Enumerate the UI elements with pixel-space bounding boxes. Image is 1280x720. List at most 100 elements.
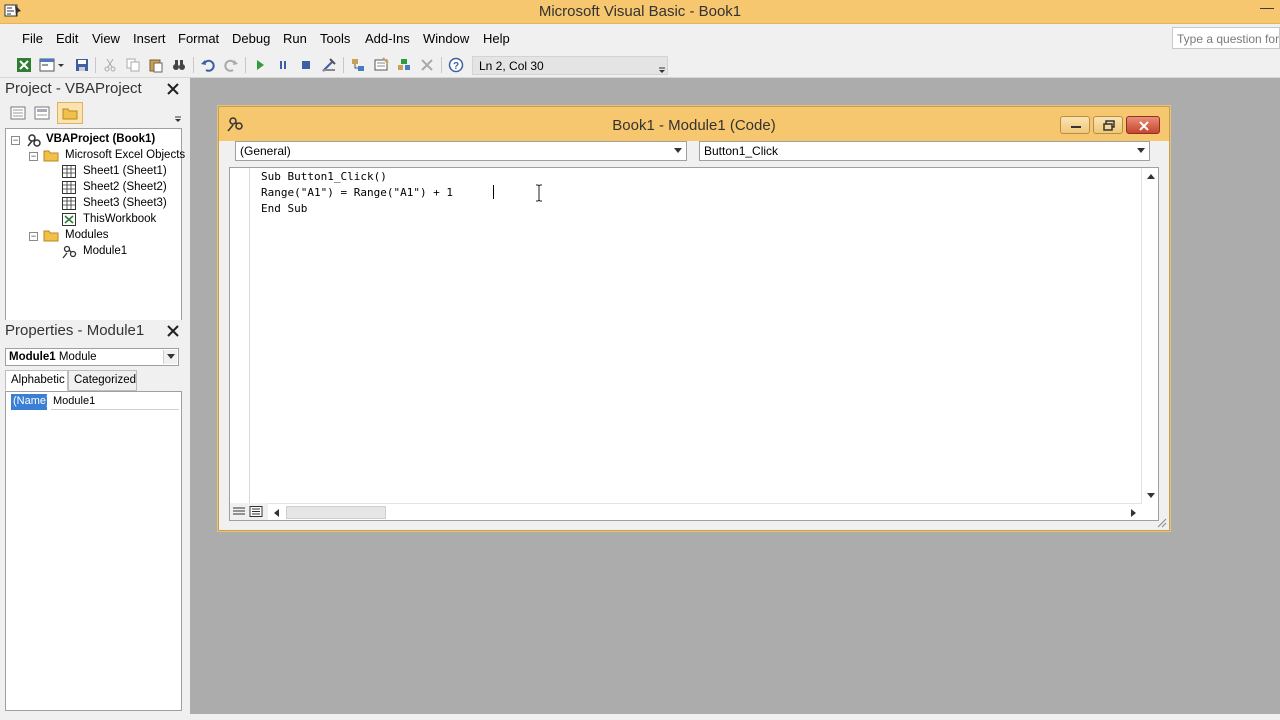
horizontal-scrollbar[interactable] — [268, 503, 1142, 520]
save-icon[interactable] — [73, 56, 91, 74]
menu-window[interactable]: Window — [423, 31, 469, 46]
chevron-down-icon[interactable] — [56, 56, 66, 74]
resize-grip-icon[interactable] — [1155, 516, 1167, 528]
reset-icon[interactable] — [297, 56, 315, 74]
find-icon[interactable] — [170, 56, 188, 74]
redo-icon[interactable] — [222, 56, 240, 74]
scroll-up-button[interactable] — [1142, 168, 1159, 185]
toolbar-separator — [245, 57, 246, 73]
menu-debug[interactable]: Debug — [232, 31, 270, 46]
menu-tools[interactable]: Tools — [320, 31, 350, 46]
object-selector[interactable]: Module1 Module — [5, 348, 179, 366]
procedure-combo[interactable]: Button1_Click — [699, 141, 1150, 161]
tree-item-thisworkbook[interactable]: ThisWorkbook — [62, 212, 181, 228]
run-icon[interactable] — [251, 56, 269, 74]
indicator-margin[interactable] — [230, 168, 250, 504]
property-value-cell[interactable]: Module1 — [51, 394, 179, 410]
minimize-button[interactable] — [1060, 116, 1090, 134]
dropdown-arrow[interactable] — [1133, 142, 1149, 160]
toolbar-options-icon[interactable] — [658, 66, 666, 74]
project-explorer: Project - VBAProject − VBAProject (Book1… — [0, 78, 186, 391]
code-window: Book1 - Module1 (Code) (General) Button1… — [218, 106, 1170, 531]
collapse-icon[interactable]: − — [11, 136, 20, 145]
text-caret — [493, 185, 494, 199]
tab-alphabetic[interactable]: Alphabetic — [5, 370, 68, 391]
cut-icon[interactable] — [101, 56, 119, 74]
menu-insert[interactable]: Insert — [133, 31, 166, 46]
tree-item-modules[interactable]: − Modules — [29, 228, 181, 244]
code-line[interactable]: Range("A1") = Range("A1") + 1 — [261, 186, 453, 199]
menu-view[interactable]: View — [92, 31, 120, 46]
full-module-view-icon[interactable] — [249, 506, 263, 517]
chevron-down-icon — [1137, 148, 1145, 153]
toolbox-icon[interactable] — [418, 56, 436, 74]
copy-icon[interactable] — [124, 56, 142, 74]
code-line[interactable]: End Sub — [261, 202, 307, 215]
chevron-down-icon[interactable] — [174, 115, 182, 123]
collapse-icon[interactable]: − — [29, 232, 38, 241]
menu-edit[interactable]: Edit — [56, 31, 78, 46]
paste-icon[interactable] — [147, 56, 165, 74]
tree-item-sheet3[interactable]: Sheet3 (Sheet3) — [62, 196, 181, 212]
scroll-left-button[interactable] — [268, 504, 285, 521]
close-icon[interactable] — [164, 322, 182, 340]
minimize-button[interactable]: — — [1260, 0, 1274, 16]
properties-window: Properties - Module1 Module1 Module Alph… — [0, 320, 186, 716]
toolbar-separator — [193, 57, 194, 73]
view-code-icon[interactable] — [10, 106, 26, 120]
project-toolbar — [4, 102, 184, 126]
view-excel-icon[interactable] — [15, 56, 33, 74]
design-mode-icon[interactable] — [320, 56, 338, 74]
menu-add-ins[interactable]: Add-Ins — [365, 31, 410, 46]
worksheet-icon — [62, 165, 76, 178]
toggle-folders-button[interactable] — [57, 102, 83, 124]
object-type: Module — [58, 351, 97, 363]
vba-project-icon — [27, 134, 41, 147]
chevron-down-icon — [674, 148, 682, 153]
menu-file[interactable]: File — [22, 31, 43, 46]
property-name-cell[interactable]: (Name) — [11, 394, 50, 410]
chevron-down-icon — [1146, 492, 1155, 498]
tree-item-sheet1[interactable]: Sheet1 (Sheet1) — [62, 164, 181, 180]
object-combo[interactable]: (General) — [235, 141, 687, 161]
menu-run[interactable]: Run — [283, 31, 307, 46]
tree-item-module1[interactable]: Module1 — [62, 244, 181, 260]
close-button[interactable] — [1126, 116, 1160, 134]
ask-question-input[interactable]: Type a question for — [1172, 27, 1280, 49]
object-combo-value: (General) — [240, 144, 291, 158]
code-line[interactable]: Sub Button1_Click() — [261, 170, 387, 183]
object-browser-icon[interactable] — [395, 56, 413, 74]
scroll-down-button[interactable] — [1142, 487, 1159, 504]
properties-panel-title: Properties - Module1 — [5, 322, 145, 339]
view-object-icon[interactable] — [34, 106, 50, 120]
worksheet-icon — [62, 181, 76, 194]
procedure-view-icon[interactable] — [232, 506, 246, 517]
properties-window-icon[interactable] — [372, 56, 390, 74]
dropdown-arrow[interactable] — [670, 142, 686, 160]
tree-item-excel-objects[interactable]: − Microsoft Excel Objects — [29, 148, 185, 164]
tree-item-sheet2[interactable]: Sheet2 (Sheet2) — [62, 180, 181, 196]
procedure-combo-value: Button1_Click — [704, 144, 779, 158]
close-icon[interactable] — [164, 80, 182, 98]
tree-item-vbaproject[interactable]: − VBAProject (Book1) — [11, 132, 181, 148]
scroll-right-button[interactable] — [1125, 504, 1142, 521]
menu-help[interactable]: Help — [483, 31, 510, 46]
code-editor[interactable]: Sub Button1_Click() Range("A1") = Range(… — [229, 167, 1159, 521]
property-grid: (Name) Module1 — [5, 391, 182, 711]
toolbar-separator — [343, 57, 344, 73]
folder-icon — [43, 230, 59, 242]
title-bar: Microsoft Visual Basic - Book1 — — [0, 0, 1280, 24]
collapse-icon[interactable]: − — [29, 152, 38, 161]
horizontal-scroll-thumb[interactable] — [286, 506, 386, 519]
menu-format[interactable]: Format — [178, 31, 219, 46]
dropdown-arrow[interactable] — [163, 350, 177, 364]
restore-button[interactable] — [1093, 116, 1123, 134]
project-explorer-icon[interactable] — [349, 56, 367, 74]
undo-icon[interactable] — [199, 56, 217, 74]
vertical-scrollbar[interactable] — [1141, 168, 1158, 504]
help-icon[interactable]: ? — [447, 56, 465, 74]
object-name: Module1 — [9, 351, 56, 363]
tab-categorized[interactable]: Categorized — [68, 370, 137, 391]
break-icon[interactable] — [274, 56, 292, 74]
insert-userform-icon[interactable] — [38, 56, 56, 74]
